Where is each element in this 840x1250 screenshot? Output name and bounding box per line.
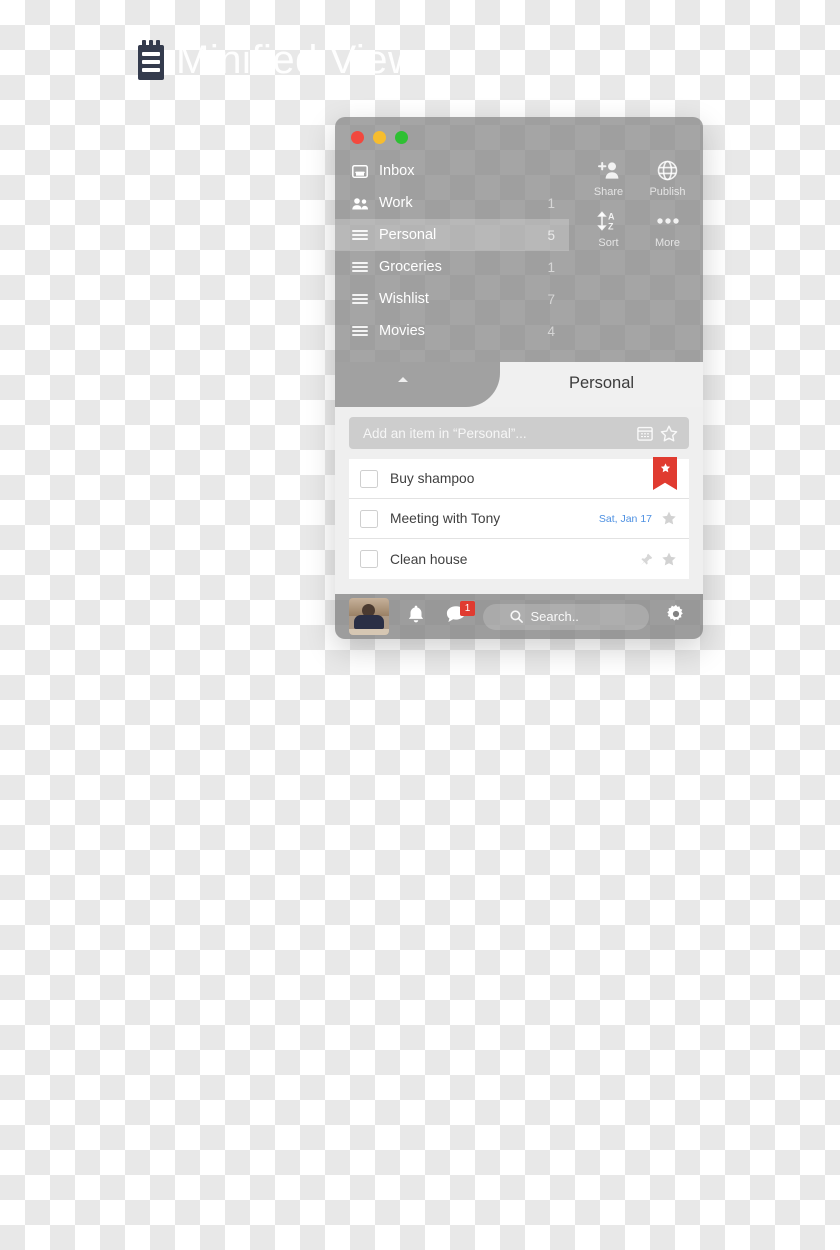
- sidebar-item-label: Movies: [379, 323, 425, 339]
- publish-label: Publish: [649, 186, 686, 198]
- hamburger-icon: [351, 291, 369, 307]
- sidebar-item-label: Inbox: [379, 163, 415, 179]
- bottom-toolbar: 1: [335, 594, 703, 639]
- page-title: Personal: [568, 374, 635, 392]
- tab-strip-shoulder: [335, 362, 500, 407]
- sidebar-item-label: Personal: [379, 227, 437, 243]
- search-icon: [509, 610, 523, 623]
- close-button[interactable]: [351, 131, 364, 144]
- sidebar-item-label: Wishlist: [379, 291, 429, 307]
- sidebar-item-count: 1: [547, 259, 555, 275]
- task-checkbox[interactable]: [360, 469, 378, 488]
- sidebar-item-groceries[interactable]: Groceries 1: [335, 251, 569, 283]
- search-field[interactable]: [483, 603, 649, 630]
- search-input[interactable]: [528, 608, 623, 625]
- star-outline-icon[interactable]: [658, 422, 680, 444]
- star-filled-icon[interactable]: [661, 511, 677, 526]
- add-person-icon: [579, 157, 638, 183]
- task-due-date: Sat, Jan 17: [598, 512, 652, 525]
- pin-icon[interactable]: [640, 553, 653, 566]
- svg-text:Z: Z: [608, 221, 614, 231]
- task-title: Clean house: [390, 551, 468, 567]
- sidebar-item-count: 1: [547, 195, 555, 211]
- star-filled-icon[interactable]: [661, 552, 677, 567]
- sidebar-item-label: Groceries: [379, 259, 442, 275]
- notepad-icon: [138, 40, 164, 80]
- sidebar-item-work[interactable]: Work 1: [335, 187, 569, 219]
- sidebar-panel: Inbox Work 1 Personal 5 Groceries 1 Wish…: [335, 117, 703, 362]
- add-item-input[interactable]: [361, 424, 632, 442]
- action-grid: Share Publish A Z Sort More: [579, 157, 697, 249]
- notifications-button[interactable]: [403, 604, 429, 630]
- messages-button[interactable]: 1: [443, 600, 475, 630]
- sidebar-item-label: Work: [379, 195, 413, 211]
- sort-button[interactable]: A Z Sort: [579, 208, 638, 249]
- minimize-button[interactable]: [373, 131, 386, 144]
- people-icon: [351, 195, 369, 211]
- more-label: More: [654, 237, 681, 250]
- hamburger-icon: [351, 323, 369, 339]
- task-checkbox[interactable]: [360, 550, 378, 568]
- more-button[interactable]: More: [638, 208, 697, 249]
- sidebar-list: Inbox Work 1 Personal 5 Groceries 1 Wish…: [335, 155, 569, 347]
- sidebar-item-inbox[interactable]: Inbox: [335, 155, 569, 187]
- task-title: Buy shampoo: [390, 471, 475, 486]
- task-list: Buy shampoo Meeting with Tony Sat, Jan 1…: [349, 457, 689, 579]
- gear-icon: [666, 604, 686, 629]
- window-controls: [351, 131, 408, 144]
- table-row[interactable]: Buy shampoo: [349, 457, 689, 499]
- globe-icon: [638, 157, 697, 183]
- chat-badge: 1: [460, 600, 475, 616]
- app-window: Inbox Work 1 Personal 5 Groceries 1 Wish…: [335, 117, 703, 639]
- publish-button[interactable]: Publish: [638, 157, 697, 198]
- task-title: Meeting with Tony: [390, 511, 501, 526]
- table-row[interactable]: Meeting with Tony Sat, Jan 17: [349, 499, 689, 539]
- watermark: Minified View: [138, 40, 417, 80]
- ellipsis-icon: [638, 208, 697, 234]
- content-area: Buy shampoo Meeting with Tony Sat, Jan 1…: [335, 407, 703, 594]
- sidebar-item-count: 4: [547, 323, 555, 339]
- zoom-button[interactable]: [395, 131, 408, 144]
- triangle-up-icon[interactable]: [398, 377, 408, 382]
- settings-button[interactable]: [663, 604, 689, 630]
- sidebar-item-wishlist[interactable]: Wishlist 7: [335, 283, 569, 315]
- share-label: Share: [593, 186, 624, 198]
- share-button[interactable]: Share: [579, 157, 638, 198]
- watermark-text: Minified View: [176, 38, 418, 82]
- task-checkbox[interactable]: [360, 509, 378, 528]
- bell-icon: [407, 605, 425, 629]
- table-row[interactable]: Clean house: [349, 539, 689, 579]
- sort-az-icon: A Z: [579, 208, 638, 234]
- tab-strip: Personal: [335, 362, 703, 407]
- add-item-bar[interactable]: [349, 417, 689, 449]
- sidebar-item-movies[interactable]: Movies 4: [335, 315, 569, 347]
- hamburger-icon: [351, 259, 369, 275]
- avatar[interactable]: [349, 598, 389, 635]
- sort-label: Sort: [598, 237, 619, 250]
- sidebar-item-count: 5: [547, 227, 555, 243]
- sidebar-item-personal[interactable]: Personal 5: [335, 219, 569, 251]
- hamburger-icon: [351, 227, 369, 243]
- inbox-icon: [351, 163, 369, 179]
- calendar-icon[interactable]: [634, 422, 656, 444]
- sidebar-item-count: 7: [547, 291, 555, 307]
- svg-text:A: A: [608, 211, 615, 221]
